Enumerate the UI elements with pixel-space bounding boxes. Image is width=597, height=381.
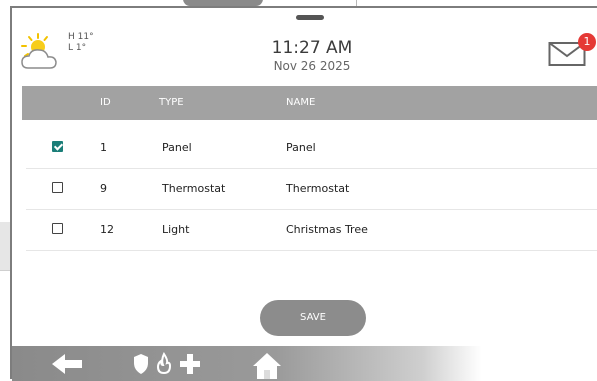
row-type: Thermostat xyxy=(162,182,226,195)
current-time: 11:27 AM xyxy=(271,38,353,58)
row-checkbox[interactable] xyxy=(52,223,63,234)
column-header-name: NAME xyxy=(286,97,316,108)
table-row[interactable]: 12 Light Christmas Tree xyxy=(26,209,597,251)
row-name: Thermostat xyxy=(286,182,350,195)
temperature-high: H 11° xyxy=(68,32,94,42)
table-header: ID TYPE NAME xyxy=(22,86,597,120)
bottom-nav-bar xyxy=(12,346,597,381)
temperature-range: H 11° L 1° xyxy=(68,32,94,54)
row-type: Panel xyxy=(162,141,192,154)
clock: 11:27 AM Nov 26 2025 xyxy=(212,38,412,74)
column-header-type: TYPE xyxy=(159,97,184,108)
message-count-badge: 1 xyxy=(578,33,596,51)
row-id: 1 xyxy=(100,141,107,154)
medical-plus-icon[interactable] xyxy=(178,352,202,376)
row-name: Panel xyxy=(286,141,316,154)
table-row[interactable]: 9 Thermostat Thermostat xyxy=(26,168,597,210)
row-id: 12 xyxy=(100,223,114,236)
save-button[interactable]: SAVE xyxy=(260,300,366,336)
row-checkbox[interactable] xyxy=(52,182,63,193)
current-date: Nov 26 2025 xyxy=(273,59,351,73)
back-arrow-icon[interactable] xyxy=(50,352,84,376)
shield-icon[interactable] xyxy=(132,352,150,376)
fire-icon[interactable] xyxy=(155,352,173,376)
device-list-panel: H 11° L 1° 11:27 AM Nov 26 2025 1 ID TYP… xyxy=(10,6,597,381)
table-row[interactable]: 1 Panel Panel xyxy=(26,127,597,169)
row-id: 9 xyxy=(100,182,107,195)
row-name: Christmas Tree xyxy=(286,223,368,236)
partly-sunny-icon xyxy=(21,33,57,69)
home-icon[interactable] xyxy=(252,352,282,380)
drag-handle[interactable] xyxy=(296,15,324,20)
row-checkbox[interactable] xyxy=(52,141,63,152)
column-header-id: ID xyxy=(100,97,111,108)
row-type: Light xyxy=(162,223,190,236)
temperature-low: L 1° xyxy=(68,43,87,53)
